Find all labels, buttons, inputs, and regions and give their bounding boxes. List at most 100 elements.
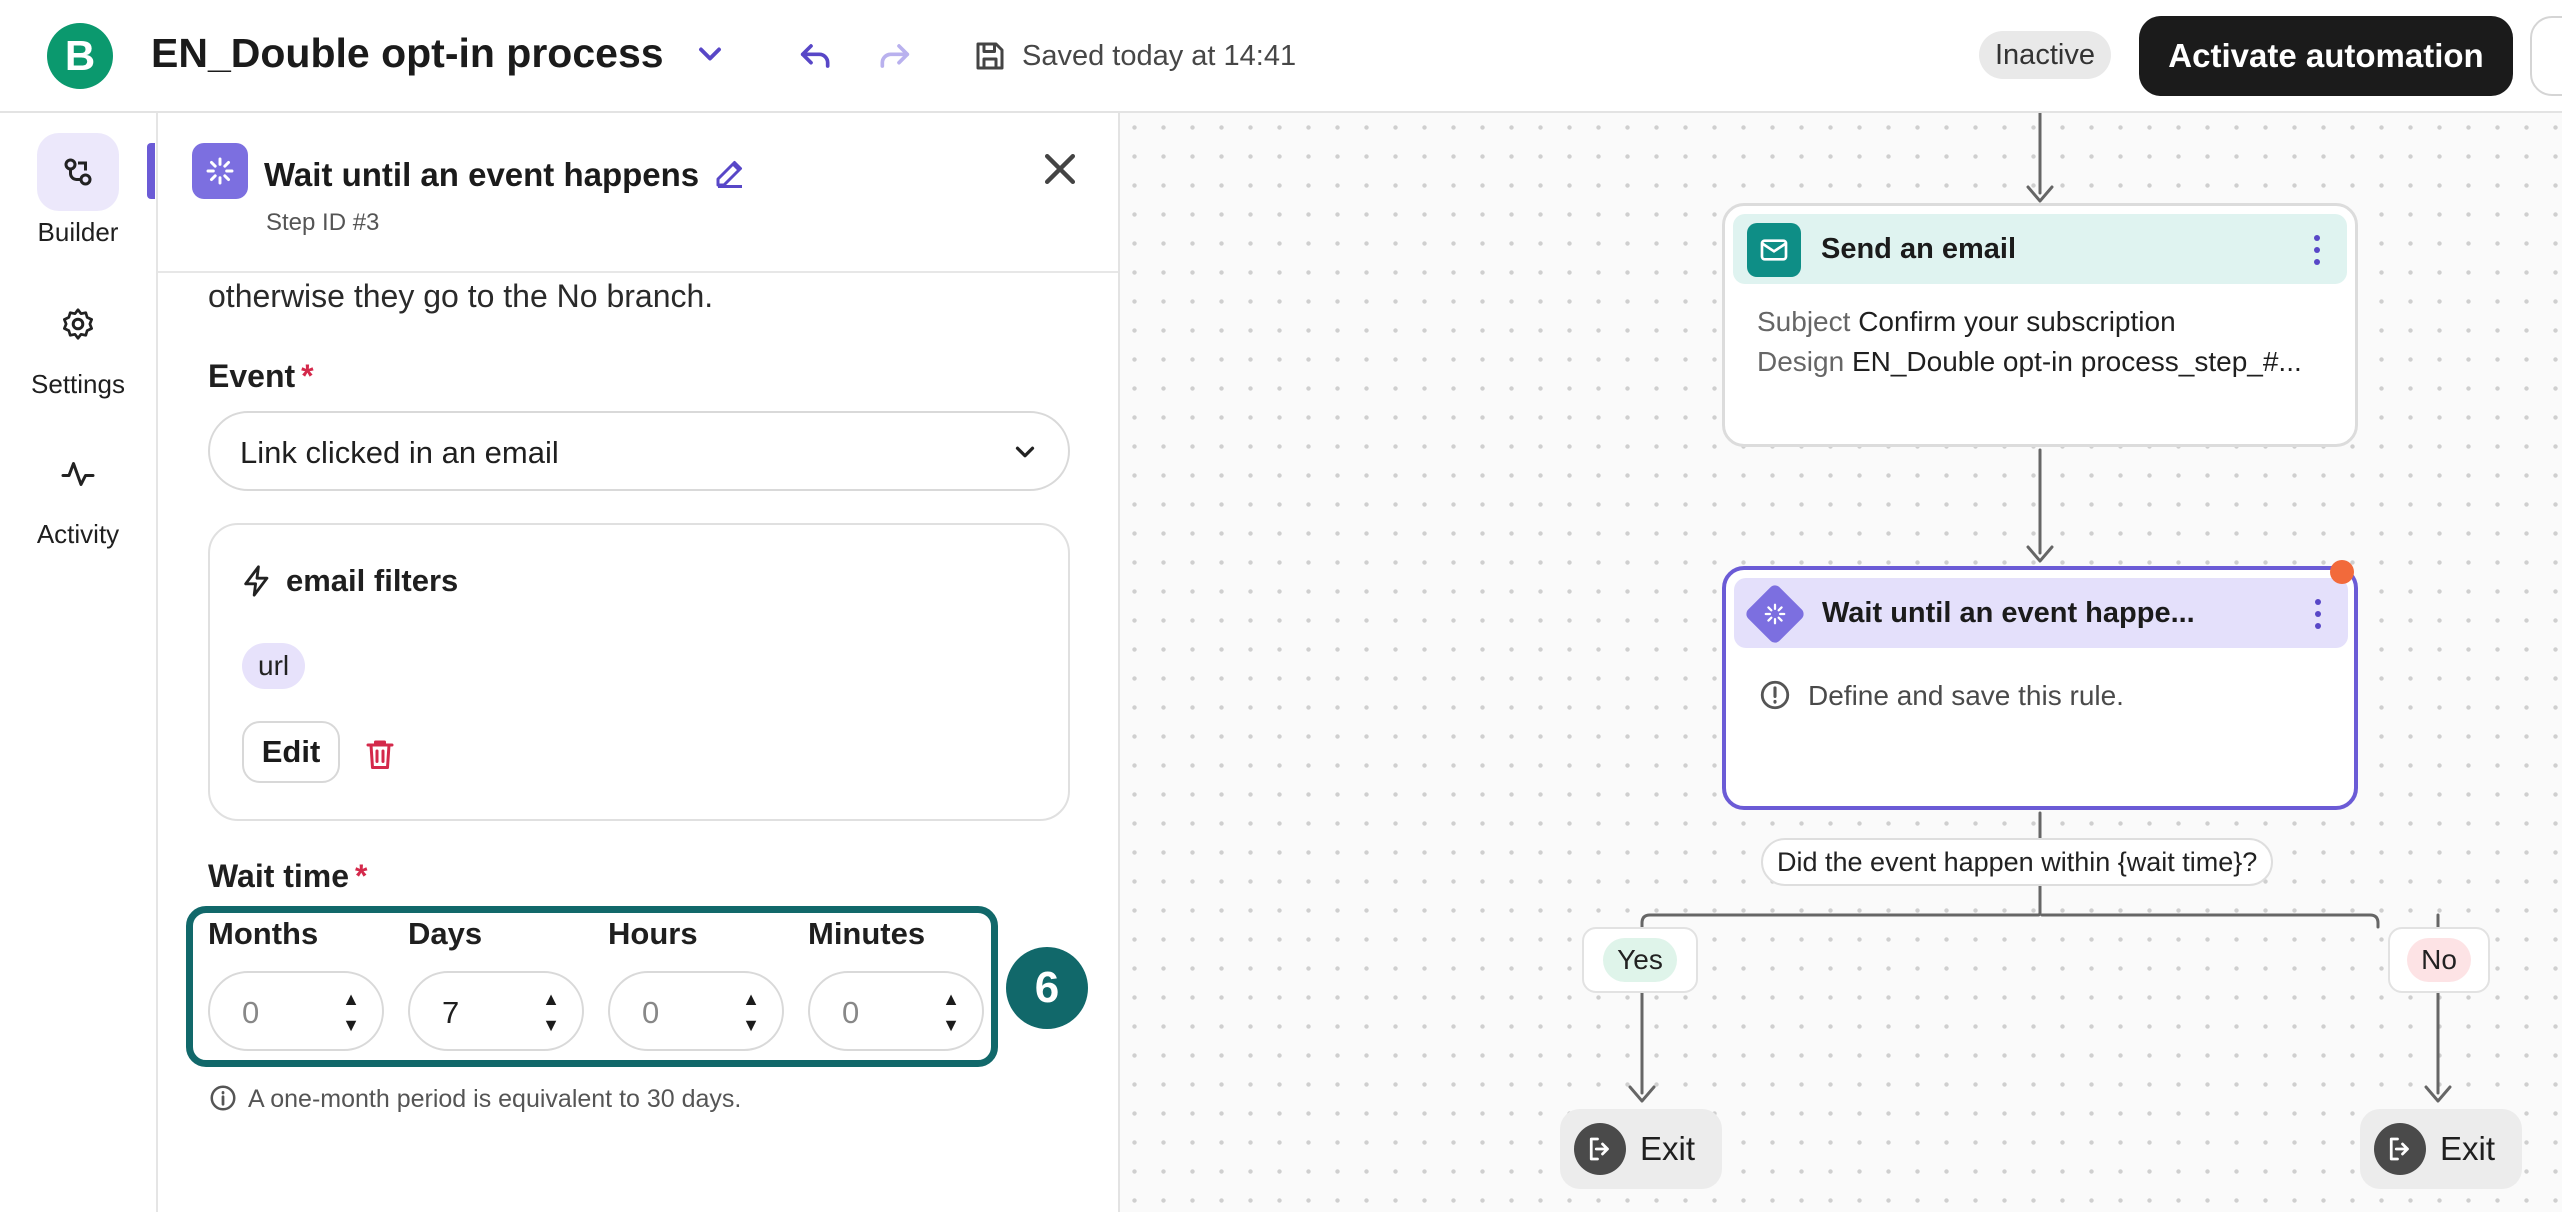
exit-icon (2374, 1123, 2426, 1175)
stepper-up-icon[interactable]: ▲ (542, 986, 560, 1012)
yes-label: Yes (1603, 938, 1677, 982)
save-icon (976, 42, 1004, 70)
send-email-node[interactable]: Send an email Subject Confirm your subsc… (1722, 203, 2358, 447)
bolt-icon (244, 565, 269, 597)
stepper-up-icon[interactable]: ▲ (742, 986, 760, 1012)
hours-value: 0 (642, 995, 660, 1030)
days-stepper[interactable]: ▲ ▼ (534, 983, 568, 1041)
filters-title: email filters (286, 563, 459, 598)
step-id: Step ID #3 (266, 209, 380, 236)
rule-description: otherwise they go to the No branch. (208, 278, 714, 314)
hours-stepper[interactable]: ▲ ▼ (734, 983, 768, 1041)
wait-event-node-header: Wait until an event happe... (1734, 578, 2348, 648)
nav-item-builder[interactable]: Builder (0, 133, 156, 248)
trash-icon[interactable] (362, 735, 398, 773)
panel-title: Wait until an event happens (264, 156, 700, 193)
event-select-value: Link clicked in an email (240, 435, 559, 470)
months-label: Months (208, 916, 319, 951)
info-icon (210, 1085, 236, 1111)
hours-input[interactable]: 0 ▲ ▼ (608, 971, 784, 1051)
email-design-line: Design EN_Double opt-in process_step_#..… (1757, 346, 2302, 378)
design-value: EN_Double opt-in process_step_#... (1851, 346, 2302, 377)
no-branch: No (2388, 927, 2490, 993)
workflow-title[interactable]: EN_Double opt-in process (151, 30, 664, 77)
event-label-text: Event (208, 358, 296, 394)
email-subject-line: Subject Confirm your subscription (1757, 306, 2176, 338)
nav-label-activity: Activity (36, 519, 120, 549)
redo-icon[interactable] (874, 36, 914, 76)
event-select[interactable]: Link clicked in an email (208, 411, 1070, 491)
top-bar: B EN_Double opt-in process Saved today a… (0, 0, 2562, 113)
kebab-menu-icon[interactable] (2307, 232, 2327, 268)
activate-automation-button[interactable]: Activate automation (2139, 16, 2513, 96)
minutes-label: Minutes (808, 916, 926, 951)
email-filters-card: email filters url Edit (208, 523, 1070, 821)
wait-step-icon (192, 143, 248, 199)
step-settings-panel: Wait until an event happens Step ID #3 o… (158, 113, 1120, 1212)
send-email-title: Send an email (1821, 233, 2017, 265)
days-label: Days (408, 916, 483, 951)
subject-key: Subject (1757, 306, 1851, 337)
send-email-node-header: Send an email (1733, 214, 2347, 284)
stepper-up-icon[interactable]: ▲ (942, 986, 960, 1012)
required-mark: * (355, 858, 368, 894)
left-nav: Builder Settings Activity (0, 113, 158, 1212)
minutes-input[interactable]: 0 ▲ ▼ (808, 971, 984, 1051)
exit-node-yes[interactable]: Exit (1560, 1109, 1722, 1189)
months-value: 0 (242, 995, 260, 1030)
days-value: 7 (442, 995, 460, 1030)
nav-item-activity[interactable]: Activity (0, 435, 156, 550)
stepper-down-icon[interactable]: ▼ (742, 1012, 760, 1038)
months-stepper[interactable]: ▲ ▼ (334, 983, 368, 1041)
wait-event-title: Wait until an event happe... (1822, 597, 2195, 629)
branch-question: Did the event happen within {wait time}? (1761, 838, 2274, 886)
design-key: Design (1757, 346, 1845, 377)
workflow-canvas[interactable]: Send an email Subject Confirm your subsc… (1120, 113, 2562, 1212)
activity-icon (37, 435, 119, 513)
nav-label-settings: Settings (31, 369, 125, 399)
stepper-down-icon[interactable]: ▼ (342, 1012, 360, 1038)
stepper-up-icon[interactable]: ▲ (342, 986, 360, 1012)
hours-label: Hours (608, 916, 698, 951)
wait-node-warning: Define and save this rule. (1808, 680, 2124, 711)
days-input[interactable]: 7 ▲ ▼ (408, 971, 584, 1051)
wait-time-label-text: Wait time (208, 858, 350, 894)
close-icon[interactable] (1038, 147, 1082, 191)
yes-branch: Yes (1582, 927, 1698, 993)
months-input[interactable]: 0 ▲ ▼ (208, 971, 384, 1051)
kebab-menu-icon[interactable] (2308, 596, 2328, 632)
undo-icon[interactable] (796, 36, 836, 76)
exit-label: Exit (1640, 1130, 1696, 1167)
exit-icon (1574, 1123, 1626, 1175)
wait-event-node[interactable]: Wait until an event happe... Define and … (1722, 566, 2358, 810)
stepper-down-icon[interactable]: ▼ (942, 1012, 960, 1038)
required-mark: * (301, 358, 314, 394)
nav-item-settings[interactable]: Settings (0, 285, 156, 400)
more-actions-button[interactable] (2530, 16, 2562, 96)
pencil-icon[interactable] (712, 155, 748, 191)
callout-number-badge: 6 (1006, 947, 1088, 1029)
gear-icon (37, 285, 119, 363)
minutes-stepper[interactable]: ▲ ▼ (934, 983, 968, 1041)
chevron-down-icon (1015, 446, 1035, 458)
status-badge: Inactive (1979, 31, 2111, 79)
edit-filters-button[interactable]: Edit (242, 721, 340, 783)
no-label: No (2407, 938, 2471, 982)
brevo-logo[interactable]: B (47, 23, 113, 89)
warning-icon (1760, 680, 1790, 710)
wait-step-icon (1743, 582, 1807, 646)
nav-label-builder: Builder (37, 217, 119, 247)
builder-icon (37, 133, 119, 211)
wait-time-note: A one-month period is equivalent to 30 d… (248, 1085, 742, 1113)
minutes-value: 0 (842, 995, 860, 1030)
chevron-down-icon[interactable] (692, 36, 728, 72)
event-label: Event * (208, 358, 314, 395)
wait-time-label: Wait time * (208, 858, 368, 895)
filter-chip: url (242, 643, 306, 689)
saved-status: Saved today at 14:41 (1022, 40, 1297, 72)
exit-label: Exit (2440, 1130, 2496, 1167)
panel-header: Wait until an event happens Step ID #3 (158, 113, 1118, 273)
exit-node-no[interactable]: Exit (2360, 1109, 2522, 1189)
email-icon (1747, 223, 1801, 277)
stepper-down-icon[interactable]: ▼ (542, 1012, 560, 1038)
